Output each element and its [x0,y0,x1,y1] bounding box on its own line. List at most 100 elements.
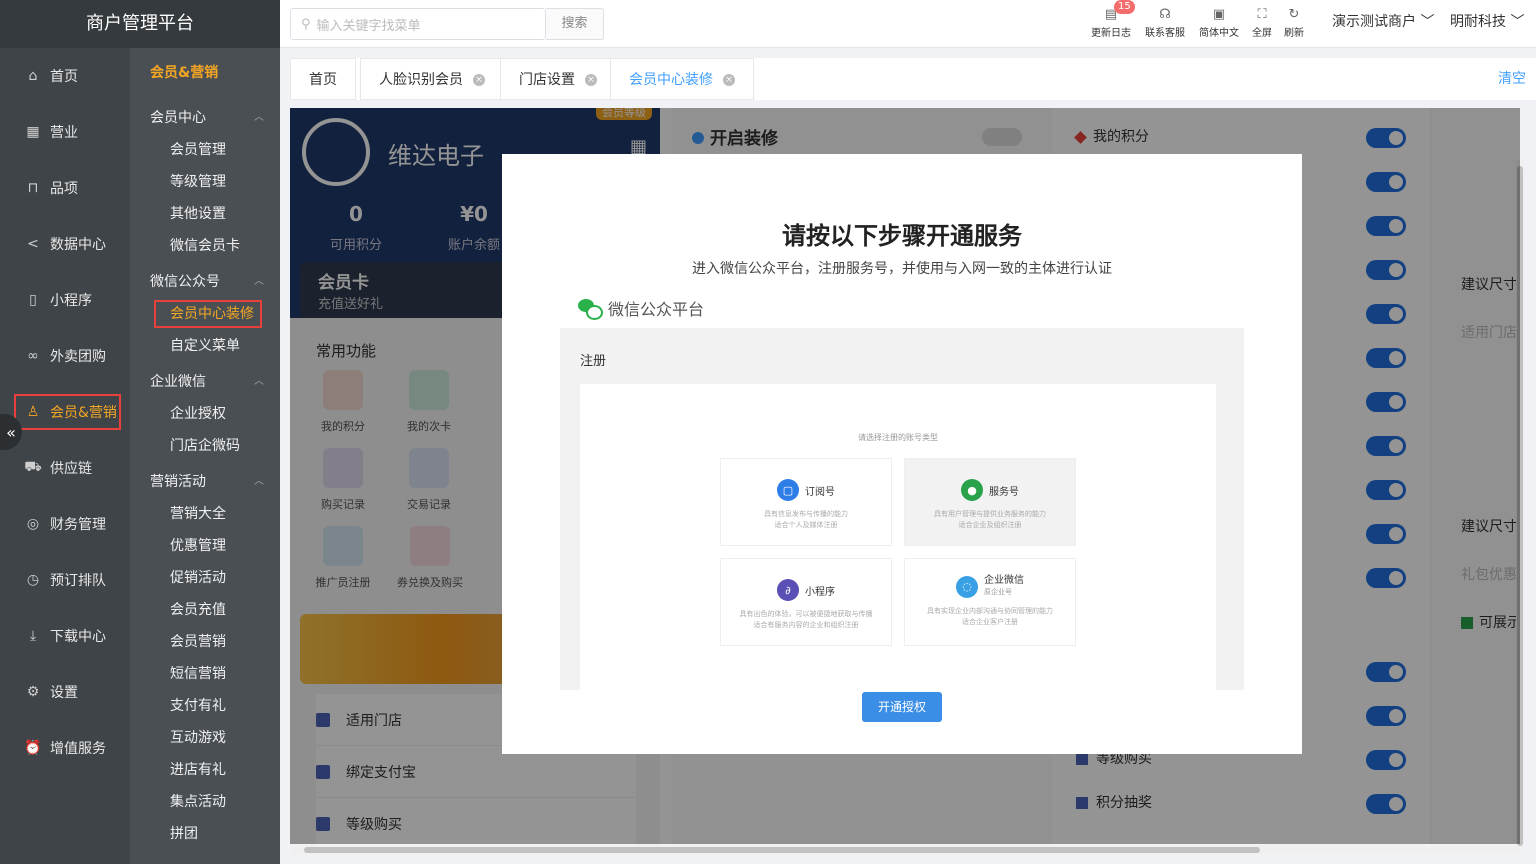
tab-face-recognition[interactable]: 人脸识别会员 × [360,58,504,100]
customer-service-button[interactable]: ☊ 联系客服 [1138,6,1192,39]
search-placeholder: 输入关键字找菜单 [316,18,421,34]
sidebar-item-label: 数据中心 [50,237,106,253]
clear-tabs-link[interactable]: 清空 [1498,58,1526,100]
chevron-up-icon: ︿ [254,112,264,123]
submenu-item[interactable]: 微信会员卡 [130,230,280,262]
tool-label: 刷新 [1284,28,1304,39]
sidebar-item-label: 外卖团购 [50,349,106,365]
submenu-item[interactable]: 其他设置 [130,198,280,230]
service-activation-dialog: 请按以下步骤开通服务 进入微信公众平台，注册服务号，并使用与入网一致的主体进行认… [502,154,1302,754]
miniprogram-icon: ∂ [777,579,799,601]
chevron-up-icon: ︿ [254,376,264,387]
submenu-item[interactable]: 进店有礼 [130,754,280,786]
open-authorization-button[interactable]: 开通授权 [862,692,942,722]
submenu-item[interactable]: 会员充值 [130,594,280,626]
close-icon[interactable]: × [473,74,485,86]
truck-icon: ⛟ [24,459,42,475]
calendar-icon: ▦ [26,124,40,140]
headset-icon: ☊ [1159,7,1171,22]
account-type-wecom: ◌ 企业微信 原企业号 具有实现企业内部沟通与协同管理的能力 适合企业客户注册 [904,558,1076,646]
account-desc-line: 具有实现企业内部沟通与协同管理的能力 [927,607,1053,615]
register-screenshot: 请选择注册的账号类型 ▢ 订阅号 具有信息发布与传播的能力 适合个人及媒体注册 ● 服… [580,384,1216,690]
sidebar-item-downloads[interactable]: ⤓ 下载中心 [0,608,130,664]
submenu-group-wechat-oa[interactable]: 微信公众号 ︿ [130,266,280,298]
sidebar-item-label: 营业 [50,125,78,141]
account-desc-line: 具有信息发布与传播的能力 [764,510,848,518]
sidebar-item-value-added[interactable]: ⏰ 增值服务 [0,720,130,776]
sub-menu: 会员&营销 会员中心 ︿ 会员管理 等级管理 其他设置 微信会员卡 微信公众号 ︿ … [130,48,280,864]
changelog-button[interactable]: ▤ 15 更新日志 [1084,0,1138,39]
submenu-item[interactable]: 拼团 [130,818,280,850]
company-dropdown[interactable]: 明耐科技 ﹀ [1450,0,1524,48]
account-desc-line: 适合企业及组织注册 [958,521,1022,529]
submenu-item[interactable]: 门店企微码 [130,430,280,462]
tab-label: 人脸识别会员 [379,72,463,88]
tab-home[interactable]: 首页 [290,58,356,100]
sidebar-item-supply-chain[interactable]: ⛟ 供应链 [0,440,130,496]
submenu-item[interactable]: 自定义菜单 [130,330,280,362]
horizontal-scrollbar[interactable] [290,846,1520,854]
submenu-item[interactable]: 促销活动 [130,562,280,594]
submenu-item[interactable]: 会员营销 [130,626,280,658]
search-button[interactable]: 搜索 [546,8,604,40]
submenu-item[interactable]: 会员管理 [130,134,280,166]
menu-search-input[interactable]: ⚲ 输入关键字找菜单 [290,8,546,40]
sidebar-item-products[interactable]: ⊓ 品项 [0,160,130,216]
refresh-button[interactable]: ↻ 刷新 [1278,6,1310,39]
submenu-group-wecom[interactable]: 企业微信 ︿ [130,366,280,398]
account-type-hint: 请选择注册的账号类型 [858,433,938,442]
dialog-subtitle: 进入微信公众平台，注册服务号，并使用与入网一致的主体进行认证 [692,261,1112,277]
sidebar-item-business[interactable]: ▦ 营业 [0,104,130,160]
merchant-dropdown[interactable]: 演示测试商户 ﹀ [1332,0,1434,48]
register-label: 注册 [580,354,607,369]
sidebar-item-booking[interactable]: ◷ 预订排队 [0,552,130,608]
submenu-item[interactable]: 支付有礼 [130,690,280,722]
submenu-group-member-center[interactable]: 会员中心 ︿ [130,102,280,134]
account-head: ◌ 企业微信 原企业号 [905,575,1075,598]
tool-label: 联系客服 [1145,28,1185,39]
gear-icon: ⚙ [26,684,40,700]
submenu-item[interactable]: 优惠管理 [130,530,280,562]
scroll-thumb[interactable] [304,847,1260,853]
account-desc: 具有用户管理与提供业务服务的能力 适合企业及组织注册 [905,509,1075,531]
submenu-item[interactable]: 企业授权 [130,398,280,430]
sidebar-item-label: 首页 [50,69,78,85]
language-button[interactable]: ▣ 简体中文 [1192,6,1246,39]
tab-store-settings[interactable]: 门店设置 × [500,58,616,100]
account-desc: 具有实现企业内部沟通与协同管理的能力 适合企业客户注册 [905,606,1075,628]
sidebar-item-label: 设置 [50,685,78,701]
sidebar-item-home[interactable]: ⌂ 首页 [0,48,130,104]
tool-label: 更新日志 [1091,28,1131,39]
account-desc: 具有信息发布与传播的能力 适合个人及媒体注册 [721,509,891,531]
fullscreen-button[interactable]: ⛶ 全屏 [1246,6,1278,39]
sidebar-item-miniprogram[interactable]: ▯ 小程序 [0,272,130,328]
submenu-item[interactable]: 互动游戏 [130,722,280,754]
submenu-group-marketing[interactable]: 营销活动 ︿ [130,466,280,498]
submenu-item[interactable]: 等级管理 [130,166,280,198]
account-head: ▢ 订阅号 [721,479,891,501]
app-root: 商户管理平台 ⌂ 首页 ▦ 营业 ⊓ 品项 < 数据中心 ▯ 小程序 ∞ 外卖团购 ♙ 会员&… [0,0,1536,864]
sidebar-item-settings[interactable]: ⚙ 设置 [0,664,130,720]
account-desc-line: 具有用户管理与提供业务服务的能力 [934,510,1046,518]
active-highlight: ♙ 会员&营销 [14,394,121,430]
submenu-item[interactable]: 集点活动 [130,786,280,818]
submenu-item[interactable]: 营销大全 [130,498,280,530]
sidebar-item-finance[interactable]: ◎ 财务管理 [0,496,130,552]
sidebar-item-delivery[interactable]: ∞ 外卖团购 [0,328,130,384]
home-icon: ⌂ [28,68,38,84]
submenu-item-member-center-decor[interactable]: 会员中心装修 [130,298,280,330]
tab-member-center-decor[interactable]: 会员中心装修 × [610,58,754,100]
tool-label: 全屏 [1252,28,1272,39]
page-tabs: 首页 人脸识别会员 × 门店设置 × 会员中心装修 × 清空 [290,58,1536,100]
close-icon[interactable]: × [723,74,735,86]
sidebar-item-label: 财务管理 [50,517,106,533]
sidebar-item-data-center[interactable]: < 数据中心 [0,216,130,272]
chevron-up-icon: ︿ [254,276,264,287]
wechat-platform-label: 微信公众平台 [578,296,704,320]
coins-icon: ◎ [26,516,40,532]
account-desc-line: 具有出色的体验，可以被便捷地获取与传播 [739,610,873,618]
close-icon[interactable]: × [585,74,597,86]
submenu-item[interactable]: 短信营销 [130,658,280,690]
submenu-group-label: 会员中心 [150,110,206,126]
account-head: ● 服务号 [905,479,1075,501]
